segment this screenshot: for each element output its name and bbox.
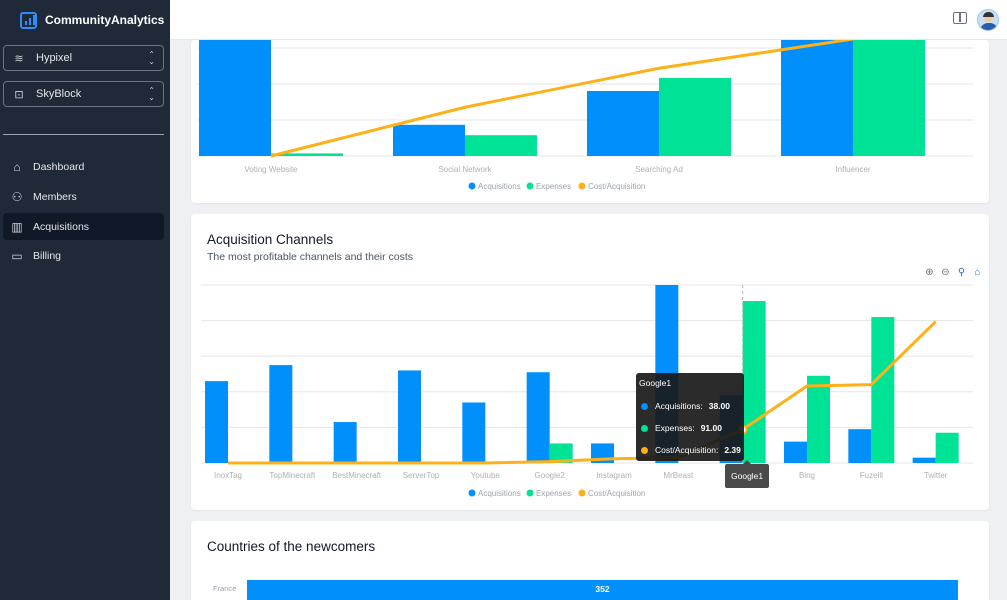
legend-label: Expenses [536,489,571,498]
bar-acquisitions [587,91,659,156]
chevron-updown-icon: ⌃ ⌄ [148,86,155,102]
x-tick-label: Social Network [438,165,492,174]
bar-acquisitions [333,422,357,463]
data-label: 352 [595,584,609,594]
y-tick-label: France [213,584,236,593]
tooltip-row: Acquisitions: 38.00 [641,401,730,411]
bar-expenses [807,375,830,463]
tooltip-row: Expenses: 91.00 [641,423,722,433]
acquisition-summary-card: Voting Website Social Network Searching Ad… [191,40,989,203]
x-tick-label: Youtube [471,471,501,480]
sidebar-item-label: Acquisitions [33,220,90,233]
analytics-logo-icon [20,11,37,29]
legend-label: Acquisitions [478,489,521,498]
x-tick-label: TopMinecraft [269,471,316,480]
bar-expenses [742,301,766,463]
chart-tooltip: Google1 Acquisitions: 38.00 Expenses: 91… [636,373,744,461]
x-tick-label: Fuzelll [860,471,883,480]
credit-card-icon: ▭ [11,248,23,263]
tooltip-label: Expenses: [655,423,695,433]
bar-acquisitions [199,40,271,156]
bar-acquisitions [398,370,421,463]
x-tick-label: MrBeast [663,471,694,480]
x-axis-tooltip: Google1 [725,460,770,488]
x-tick-label: Instagram [596,471,632,480]
line-cost-per-acquisition [270,40,854,158]
sidebar-divider [3,134,164,135]
legend-marker [526,489,534,497]
legend-label: Cost/Acquisition [588,182,645,191]
bar-expenses [853,40,925,156]
x-tick-label: BestMinecraft [332,471,382,480]
x-tick-label: ServerTop [403,471,440,480]
legend-label: Cost/Acquisition [588,489,645,498]
bar-expenses [935,432,959,463]
gamemode-select-value: SkyBlock [36,88,82,100]
legend-label: Acquisitions [478,182,521,191]
avatar[interactable] [977,9,999,31]
bar-acquisitions [848,429,872,463]
tooltip-title: Google1 [639,378,672,388]
bar-expenses [659,78,731,156]
tooltip-label: Acquisitions: [655,401,703,411]
home-icon: ⌂ [13,159,21,174]
sidebar-item-label: Dashboard [33,160,85,173]
gamemode-select[interactable]: ⊡ SkyBlock ⌃ ⌄ [3,81,164,107]
acquisition-channels-card: Acquisition Channels The most profitable… [191,214,989,510]
bar-chart-icon: ▥ [11,219,23,234]
sidebar-item-label: Billing [33,249,62,262]
legend-marker [526,182,534,190]
book-icon[interactable] [953,12,967,24]
legend-dot-icon [641,446,648,454]
bar-acquisitions [526,372,550,463]
legend-marker [468,182,476,190]
acquisition-channels-chart: InoxTag TopMinecraft BestMinecraft ServerTo… [201,284,973,498]
bar-acquisitions [781,40,853,156]
countries-card: Countries of the newcomers France 352 [191,521,989,600]
x-tick-label: Google2 [535,471,566,480]
users-icon: ⚇ [11,189,23,204]
chevron-updown-icon: ⌃ ⌄ [148,50,155,66]
sidebar-item-acquisitions[interactable]: ▥ Acquisitions [3,213,164,240]
legend-dot-icon [641,402,648,410]
sidebar-item-billing[interactable]: ▭ Billing [3,242,164,269]
x-tick-label: InoxTag [214,471,242,480]
bar-acquisitions [912,457,936,463]
countries-chart: France 352 [213,580,958,600]
acquisition-summary-chart: Voting Website Social Network Searching Ad… [197,40,973,191]
sidebar-item-label: Members [33,190,77,203]
legend-label: Expenses [536,182,571,191]
tooltip-value: 2.39 [724,445,741,455]
legend-marker [468,489,476,497]
x-tick-label: Twitter [924,471,948,480]
legend-marker [578,489,586,497]
bar-expenses [871,317,895,463]
bar-expenses [465,135,537,156]
x-tick-label: Voting Website [244,165,298,174]
tooltip-value: 91.00 [700,423,722,433]
legend-marker [578,182,586,190]
server-select-value: Hypixel [36,52,73,64]
tooltip-label: Cost/Acquisition: [655,445,719,455]
layers-icon: ≋ [14,52,24,65]
sidebar-item-members[interactable]: ⚇ Members [3,183,164,210]
app-title: CommunityAnalytics [45,13,165,27]
brand[interactable]: CommunityAnalytics [0,0,170,40]
sidebar: CommunityAnalytics ≋ Hypixel ⌃ ⌄ ⊡ SkyBlo… [0,0,170,600]
bar-acquisitions [269,365,293,463]
topbar [170,0,1007,40]
server-select[interactable]: ≋ Hypixel ⌃ ⌄ [3,45,164,71]
x-tick-label: Bing [799,471,815,480]
bar-acquisitions [462,402,486,463]
bar-acquisitions [784,441,807,463]
legend-dot-icon [641,424,648,432]
bar-acquisitions [393,124,465,156]
x-tick-label: Searching Ad [635,165,683,174]
bar-acquisitions [205,381,228,463]
tooltip-row: Cost/Acquisition: 2.39 [641,445,741,455]
terminal-icon: ⊡ [14,88,24,101]
sidebar-item-dashboard[interactable]: ⌂ Dashboard [3,153,164,180]
x-tick-label: Influencer [835,165,870,174]
tooltip-value: 38.00 [708,401,730,411]
